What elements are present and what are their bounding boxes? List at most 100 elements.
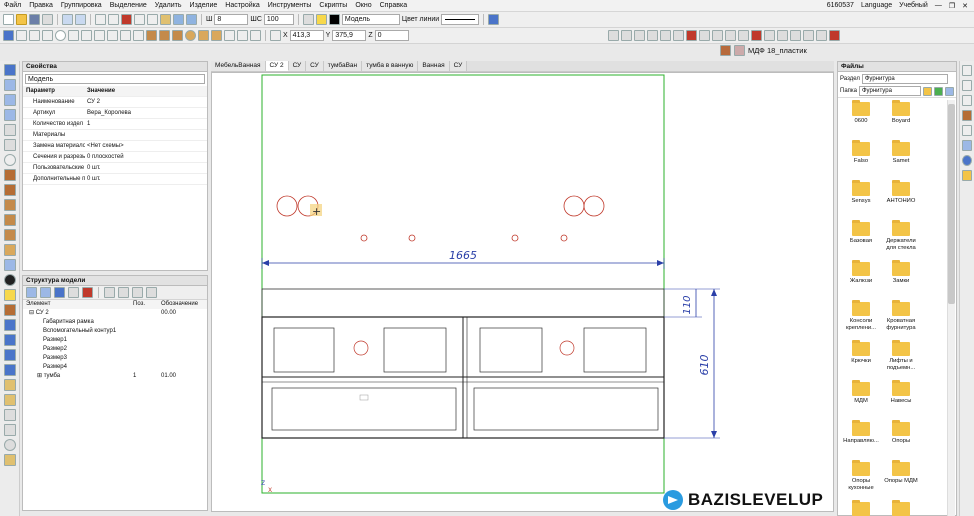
menu-delete[interactable]: Удалить bbox=[151, 0, 186, 12]
undo-icon[interactable] bbox=[62, 14, 73, 25]
model-select[interactable]: Модель bbox=[341, 14, 400, 25]
right-tool-icon-7[interactable] bbox=[962, 155, 972, 166]
folder-up-icon[interactable] bbox=[923, 86, 932, 96]
tree-tool-icon-8[interactable] bbox=[132, 287, 143, 298]
tab-su-3[interactable]: СУ bbox=[449, 61, 468, 71]
properties-selector[interactable]: Модель bbox=[25, 74, 205, 84]
move-icon[interactable] bbox=[237, 30, 248, 41]
rotate-icon[interactable] bbox=[3, 154, 16, 166]
bottom-view-icon[interactable] bbox=[673, 30, 684, 41]
polyline-icon[interactable] bbox=[29, 30, 40, 41]
property-value[interactable]: 0 шт. bbox=[85, 163, 207, 173]
orbit-icon[interactable] bbox=[816, 30, 827, 41]
tool-icon-3[interactable] bbox=[3, 94, 16, 106]
help-icon[interactable] bbox=[488, 14, 500, 25]
menu-product[interactable]: Изделие bbox=[186, 0, 222, 12]
tree-tool-icon-6[interactable] bbox=[104, 287, 115, 298]
folder-item[interactable]: АНТОНИО bbox=[882, 180, 920, 205]
sphere-icon[interactable] bbox=[185, 30, 196, 41]
top-view-icon[interactable] bbox=[660, 30, 671, 41]
tool-icon-20[interactable] bbox=[3, 349, 16, 361]
menu-file[interactable]: Файл bbox=[0, 0, 25, 12]
material-name[interactable]: МДФ 18_пластик bbox=[748, 46, 807, 55]
tree-item[interactable]: Вспомогательный контур1 bbox=[23, 327, 207, 336]
property-row[interactable]: Пользовательские 0 шт. bbox=[23, 163, 207, 174]
left-view-icon[interactable] bbox=[634, 30, 645, 41]
dims-icon[interactable] bbox=[829, 30, 840, 41]
tab-tumba-v-vannuyu[interactable]: тумба в ванную bbox=[362, 61, 419, 71]
magnet-icon[interactable] bbox=[121, 14, 132, 25]
menu-scripts[interactable]: Скрипты bbox=[315, 0, 351, 12]
sigma-icon[interactable] bbox=[962, 125, 972, 136]
folder-item[interactable]: Навесы bbox=[882, 380, 920, 405]
z-field[interactable]: 0 bbox=[374, 30, 409, 41]
panel-brown-icon-3[interactable] bbox=[3, 199, 16, 211]
line-icon[interactable] bbox=[16, 30, 27, 41]
tool-icon-5[interactable] bbox=[3, 124, 16, 136]
mirror-icon[interactable] bbox=[94, 30, 105, 41]
menu-edit[interactable]: Правка bbox=[25, 0, 57, 12]
right-tool-icon-8[interactable] bbox=[962, 170, 972, 181]
tool-icon-25[interactable] bbox=[3, 424, 16, 436]
tool-icon-2[interactable] bbox=[3, 79, 16, 91]
tab-tumba-van[interactable]: тумбаВан bbox=[323, 61, 363, 71]
box-icon[interactable] bbox=[211, 30, 222, 41]
folder-item[interactable]: Опоры МДМ bbox=[882, 460, 920, 485]
folder-item[interactable]: МДМ bbox=[842, 380, 880, 405]
tab-su-2[interactable]: СУ bbox=[306, 61, 324, 71]
print-icon[interactable] bbox=[42, 14, 53, 25]
folder-item[interactable]: Sensys bbox=[842, 180, 880, 205]
folder-item[interactable]: Samet bbox=[882, 140, 920, 165]
drawer-icon[interactable] bbox=[3, 259, 16, 271]
ortho-icon[interactable] bbox=[134, 14, 145, 25]
align-icon[interactable] bbox=[186, 14, 197, 25]
y-field[interactable]: 375,9 bbox=[332, 30, 367, 41]
layer-select[interactable]: 8 bbox=[214, 14, 249, 25]
light-bulb-icon[interactable] bbox=[315, 14, 327, 25]
tool-icon-23[interactable] bbox=[3, 394, 16, 406]
tree-question-icon[interactable] bbox=[54, 287, 65, 298]
folder-item[interactable]: Крючки bbox=[842, 340, 880, 365]
folder-item[interactable] bbox=[882, 500, 920, 516]
view-icon[interactable] bbox=[302, 14, 314, 25]
close-icon[interactable]: ✕ bbox=[962, 2, 968, 10]
right-tool-icon-4[interactable] bbox=[962, 110, 972, 121]
zoom-window-icon[interactable] bbox=[790, 30, 801, 41]
tree-tool-icon-1[interactable] bbox=[26, 287, 37, 298]
property-row[interactable]: Материалы bbox=[23, 130, 207, 141]
folder-item[interactable]: 0600 bbox=[842, 100, 880, 125]
step-field[interactable]: 100 bbox=[263, 14, 294, 25]
back-view-icon[interactable] bbox=[621, 30, 632, 41]
open-folder-icon[interactable] bbox=[16, 14, 27, 25]
property-row[interactable]: Дополнительные п0 шт. bbox=[23, 174, 207, 185]
tree-item[interactable]: Габаритная рамка bbox=[23, 318, 207, 327]
property-value[interactable]: СУ 2 bbox=[85, 97, 207, 107]
trim-icon[interactable] bbox=[120, 30, 131, 41]
folder-item[interactable]: Замки bbox=[882, 260, 920, 285]
property-row[interactable]: Наименование СУ 2 bbox=[23, 97, 207, 108]
panel-brown-icon[interactable] bbox=[3, 169, 16, 181]
menu-tools[interactable]: Инструменты bbox=[264, 0, 316, 12]
tree-tool-icon-2[interactable] bbox=[40, 287, 51, 298]
folder-item[interactable]: Консоли креплени... bbox=[842, 300, 880, 332]
ruler-icon[interactable] bbox=[160, 14, 171, 25]
property-value[interactable]: 1 bbox=[85, 119, 207, 129]
bolt-icon[interactable] bbox=[224, 30, 235, 41]
minimize-icon[interactable]: — bbox=[935, 2, 942, 9]
texture-icon[interactable] bbox=[751, 30, 762, 41]
tab-mebel-vannaya[interactable]: МебельВанная bbox=[211, 61, 266, 71]
right-tool-icon-1[interactable] bbox=[962, 65, 972, 76]
tool-icon-24[interactable] bbox=[3, 409, 16, 421]
tree-item[interactable]: ⊞ тумба 1 01.00 bbox=[23, 372, 207, 381]
front-view-icon[interactable] bbox=[608, 30, 619, 41]
redo-icon[interactable] bbox=[75, 14, 86, 25]
menu-select[interactable]: Выделение bbox=[106, 0, 151, 12]
wireframe-icon[interactable] bbox=[699, 30, 710, 41]
property-value[interactable]: 0 плоскостей bbox=[85, 152, 207, 162]
pan-icon[interactable] bbox=[803, 30, 814, 41]
array-icon[interactable] bbox=[107, 30, 118, 41]
shaded-icon[interactable] bbox=[712, 30, 723, 41]
new-doc-icon[interactable] bbox=[3, 14, 14, 25]
tree-tool-icon-7[interactable] bbox=[118, 287, 129, 298]
property-row[interactable]: Количество издел 1 bbox=[23, 119, 207, 130]
